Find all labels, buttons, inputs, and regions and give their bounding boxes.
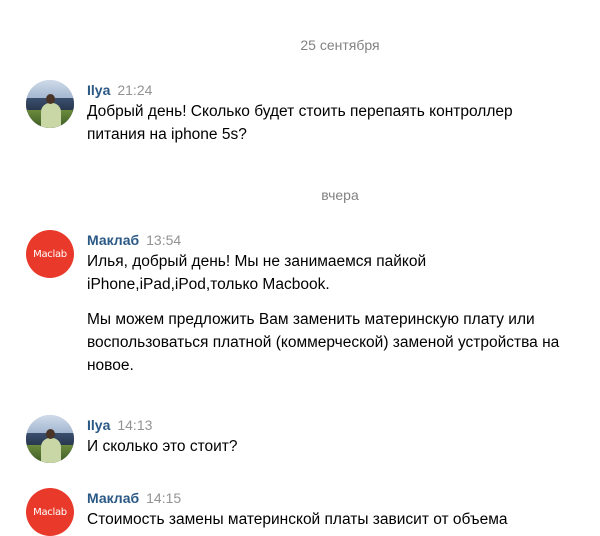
avatar[interactable] (26, 80, 74, 128)
message-text: Илья, добрый день! Мы не занимаемся пайк… (87, 250, 597, 377)
message-content: Ilya 14:13 И сколько это стоит? (87, 415, 600, 458)
message-content: Ilya 21:24 Добрый день! Сколько будет сто… (87, 80, 600, 146)
date-separator: 25 сентября (300, 37, 380, 53)
message-header: Маклаб 14:15 (87, 488, 600, 508)
avatar[interactable]: Maclab (26, 230, 74, 278)
date-separator: вчера (321, 187, 359, 203)
message-content: Маклаб 13:54 Илья, добрый день! Мы не зан… (87, 230, 600, 377)
message-text: Стоимость замены материнской платы завис… (87, 508, 600, 531)
message-text: И сколько это стоит? (87, 435, 600, 458)
avatar[interactable]: Maclab (26, 488, 74, 536)
message-header: Маклаб 13:54 (87, 230, 600, 250)
avatar-logo-text: Maclab (33, 506, 67, 518)
message-header: Ilya 21:24 (87, 80, 600, 100)
message-header: Ilya 14:13 (87, 415, 600, 435)
author-name[interactable]: Ilya (87, 417, 110, 433)
message-paragraph: И сколько это стоит? (87, 438, 238, 455)
message-paragraph: Стоимость замены материнской платы завис… (87, 511, 508, 528)
message-time[interactable]: 14:15 (146, 490, 181, 506)
author-name[interactable]: Ilya (87, 82, 110, 98)
author-name[interactable]: Маклаб (87, 490, 139, 506)
avatar-logo-text: Maclab (33, 248, 67, 260)
message-time[interactable]: 14:13 (117, 417, 152, 433)
message-text: Добрый день! Сколько будет стоить перепа… (87, 100, 567, 146)
avatar[interactable] (26, 415, 74, 463)
message-paragraph: Добрый день! Сколько будет стоить перепа… (87, 103, 513, 143)
message-paragraph: Илья, добрый день! Мы не занимаемся пайк… (87, 253, 427, 293)
author-name[interactable]: Маклаб (87, 232, 139, 248)
message-paragraph: Мы можем предложить Вам заменить материн… (87, 311, 560, 374)
message-time[interactable]: 21:24 (117, 82, 152, 98)
message-content: Маклаб 14:15 Стоимость замены материнской… (87, 488, 600, 531)
message-time[interactable]: 13:54 (146, 232, 181, 248)
